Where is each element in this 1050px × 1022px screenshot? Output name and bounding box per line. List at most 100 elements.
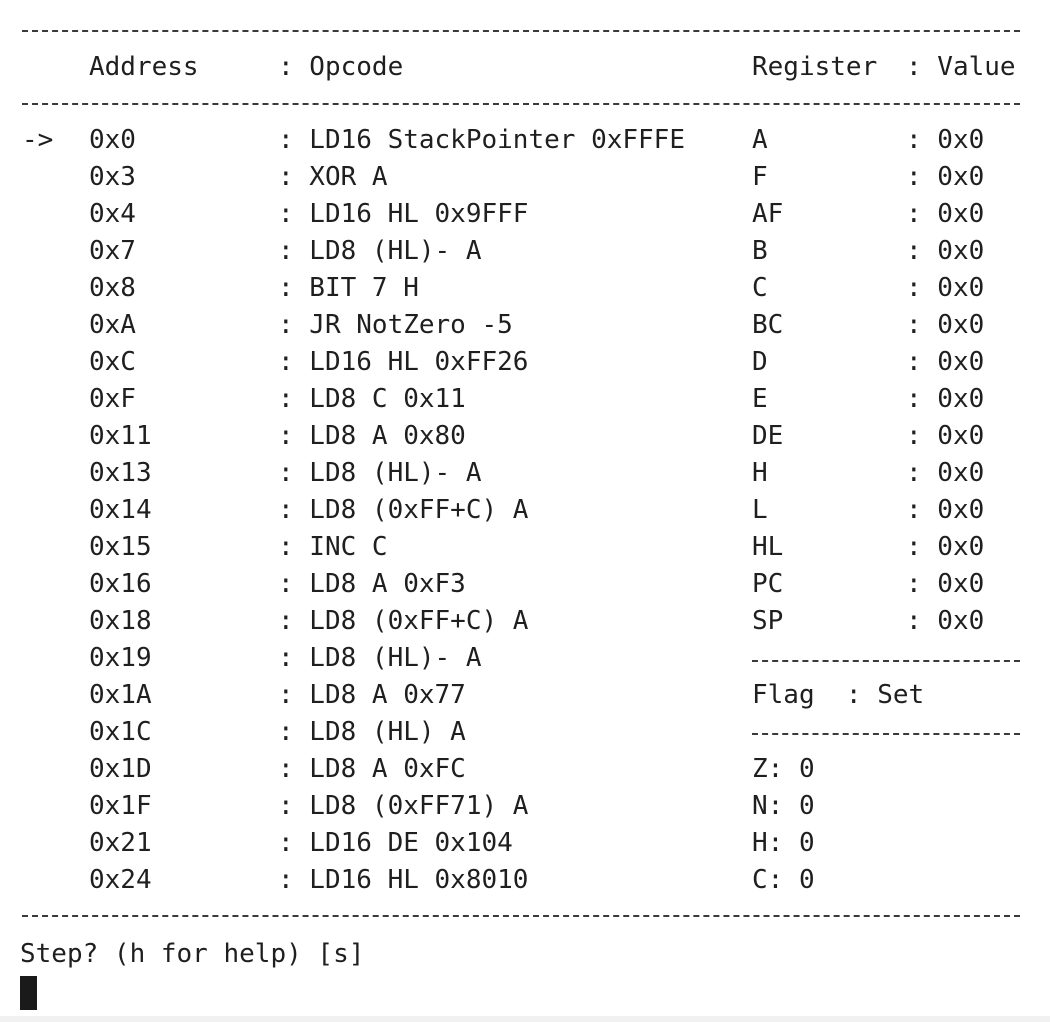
instruction-address: 0x15 xyxy=(89,532,152,562)
step-prompt: Step? (h for help) [s] xyxy=(20,939,365,969)
value-header: : Value xyxy=(906,52,1016,82)
instruction-address: 0x19 xyxy=(89,643,152,673)
instruction-address: 0x1D xyxy=(89,754,152,784)
instruction-opcode: : BIT 7 H xyxy=(278,273,419,303)
instruction-opcode: : LD8 (HL)- A xyxy=(278,643,482,673)
register-name: BC xyxy=(752,310,784,340)
register-name: A xyxy=(752,125,768,155)
instruction-address: 0x7 xyxy=(89,236,136,266)
instruction-opcode: : LD16 HL 0x8010 xyxy=(278,865,529,895)
instruction-row: 0x8 : BIT 7 H C : 0x0 xyxy=(0,270,1050,307)
register-name: SP xyxy=(752,606,784,636)
flag-value: H: 0 xyxy=(752,828,815,858)
instruction-row: 0xC: LD16 HL 0xFF26 D: 0x0 xyxy=(0,344,1050,381)
instruction-row: 0x14 : LD8 (0xFF+C) A L : 0x0 xyxy=(0,492,1050,529)
instruction-row: 0x18: LD8 (0xFF+C) A SP: 0x0 xyxy=(0,603,1050,640)
opcode-header: : Opcode xyxy=(278,52,404,82)
register-value: : 0x0 xyxy=(906,236,985,266)
instruction-row: 0x15: INC C HL: 0x0 xyxy=(0,529,1050,566)
register-value: : 0x0 xyxy=(906,199,985,229)
instruction-address: 0x4 xyxy=(89,199,136,229)
register-value: : 0x0 xyxy=(906,273,985,303)
instruction-address: 0x13 xyxy=(89,458,152,488)
instruction-row: 0x19 : LD8 (HL)- A xyxy=(0,640,1050,677)
register-value: : 0x0 xyxy=(906,421,985,451)
top-separator xyxy=(22,30,1020,32)
instruction-address: 0x11 xyxy=(89,421,152,451)
instruction-address: 0x8 xyxy=(89,273,136,303)
register-name: DE xyxy=(752,421,784,451)
instruction-row: 0x7 : LD8 (HL)- A B : 0x0 xyxy=(0,233,1050,270)
instruction-opcode: : LD8 C 0x11 xyxy=(278,384,466,414)
instruction-row: 0x24 : LD16 HL 0x8010 C: 0 xyxy=(0,862,1050,899)
instruction-address: 0x3 xyxy=(89,162,136,192)
header-separator xyxy=(22,103,1020,105)
register-name: AF xyxy=(752,199,784,229)
flags-separator xyxy=(752,733,1020,735)
register-name: C xyxy=(752,273,768,303)
instruction-address: 0x18 xyxy=(89,606,152,636)
register-value: : 0x0 xyxy=(906,606,985,636)
instruction-opcode: : LD16 DE 0x104 xyxy=(278,828,513,858)
register-name: L xyxy=(752,495,768,525)
instruction-opcode: : LD8 (HL)- A xyxy=(278,236,482,266)
instruction-row: 0x21 : LD16 DE 0x104 H: 0 xyxy=(0,825,1050,862)
instruction-row: 0x3 : XOR A F : 0x0 xyxy=(0,159,1050,196)
register-name: PC xyxy=(752,569,784,599)
flag-value: Z: 0 xyxy=(752,754,815,784)
register-header: Register xyxy=(752,52,878,82)
instruction-row: 0x11 : LD8 A 0x80 DE : 0x0 xyxy=(0,418,1050,455)
instruction-address: 0x1F xyxy=(89,791,152,821)
register-name: HL xyxy=(752,532,784,562)
register-name: D xyxy=(752,347,768,377)
register-value: : 0x0 xyxy=(906,347,985,377)
instruction-opcode: : LD8 (HL) A xyxy=(278,717,466,747)
instruction-opcode: : LD8 (0xFF71) A xyxy=(278,791,529,821)
prompt-row: Step? (h for help) [s] xyxy=(0,936,1050,973)
instruction-address: 0x14 xyxy=(89,495,152,525)
instruction-row: 0x16 : LD8 A 0xF3 PC : 0x0 xyxy=(0,566,1050,603)
instruction-row: 0x4 : LD16 HL 0x9FFF AF : 0x0 xyxy=(0,196,1050,233)
instruction-address: 0xF xyxy=(89,384,136,414)
instruction-opcode: : LD16 HL 0xFF26 xyxy=(278,347,529,377)
flags-header: Flag : Set xyxy=(752,680,925,710)
register-value: : 0x0 xyxy=(906,162,985,192)
instruction-opcode: : LD8 A 0xF3 xyxy=(278,569,466,599)
instruction-address: 0x1C xyxy=(89,717,152,747)
instruction-opcode: : LD8 (0xFF+C) A xyxy=(278,495,529,525)
register-name: B xyxy=(752,236,768,266)
instruction-opcode: : XOR A xyxy=(278,162,388,192)
register-value: : 0x0 xyxy=(906,532,985,562)
instruction-opcode: : JR NotZero -5 xyxy=(278,310,513,340)
register-value: : 0x0 xyxy=(906,569,985,599)
instruction-address: 0xA xyxy=(89,310,136,340)
instruction-row: 0xA : JR NotZero -5 BC : 0x0 xyxy=(0,307,1050,344)
register-name: F xyxy=(752,162,768,192)
register-value: : 0x0 xyxy=(906,384,985,414)
instruction-opcode: : LD8 (HL)- A xyxy=(278,458,482,488)
instruction-opcode: : LD8 A 0x80 xyxy=(278,421,466,451)
register-name: E xyxy=(752,384,768,414)
instruction-opcode: : LD16 HL 0x9FFF xyxy=(278,199,529,229)
instruction-row: 0x13 : LD8 (HL)- A H : 0x0 xyxy=(0,455,1050,492)
instruction-address: 0x21 xyxy=(89,828,152,858)
register-value: : 0x0 xyxy=(906,458,985,488)
register-value: : 0x0 xyxy=(906,495,985,525)
flag-value: C: 0 xyxy=(752,865,815,895)
instruction-row: -> 0x0: LD16 StackPointer 0xFFFE A: 0x0 xyxy=(0,122,1050,159)
instruction-address: 0x16 xyxy=(89,569,152,599)
flag-value: N: 0 xyxy=(752,791,815,821)
instruction-opcode: : LD16 StackPointer 0xFFFE xyxy=(278,125,685,155)
register-separator xyxy=(752,660,1020,662)
instruction-opcode: : LD8 A 0xFC xyxy=(278,754,466,784)
instruction-address: 0x24 xyxy=(89,865,152,895)
bottom-separator xyxy=(22,915,1020,917)
register-value: : 0x0 xyxy=(906,310,985,340)
register-name: H xyxy=(752,458,768,488)
current-instruction-marker: -> xyxy=(22,125,54,155)
instruction-row: 0x1D : LD8 A 0xFC Z: 0 xyxy=(0,751,1050,788)
text-cursor[interactable] xyxy=(20,976,37,1010)
header-row: Address : Opcode Register : Value xyxy=(0,49,1050,86)
register-value: : 0x0 xyxy=(906,125,985,155)
terminal-window: Address : Opcode Register : Value -> 0x0:… xyxy=(0,0,1050,1016)
